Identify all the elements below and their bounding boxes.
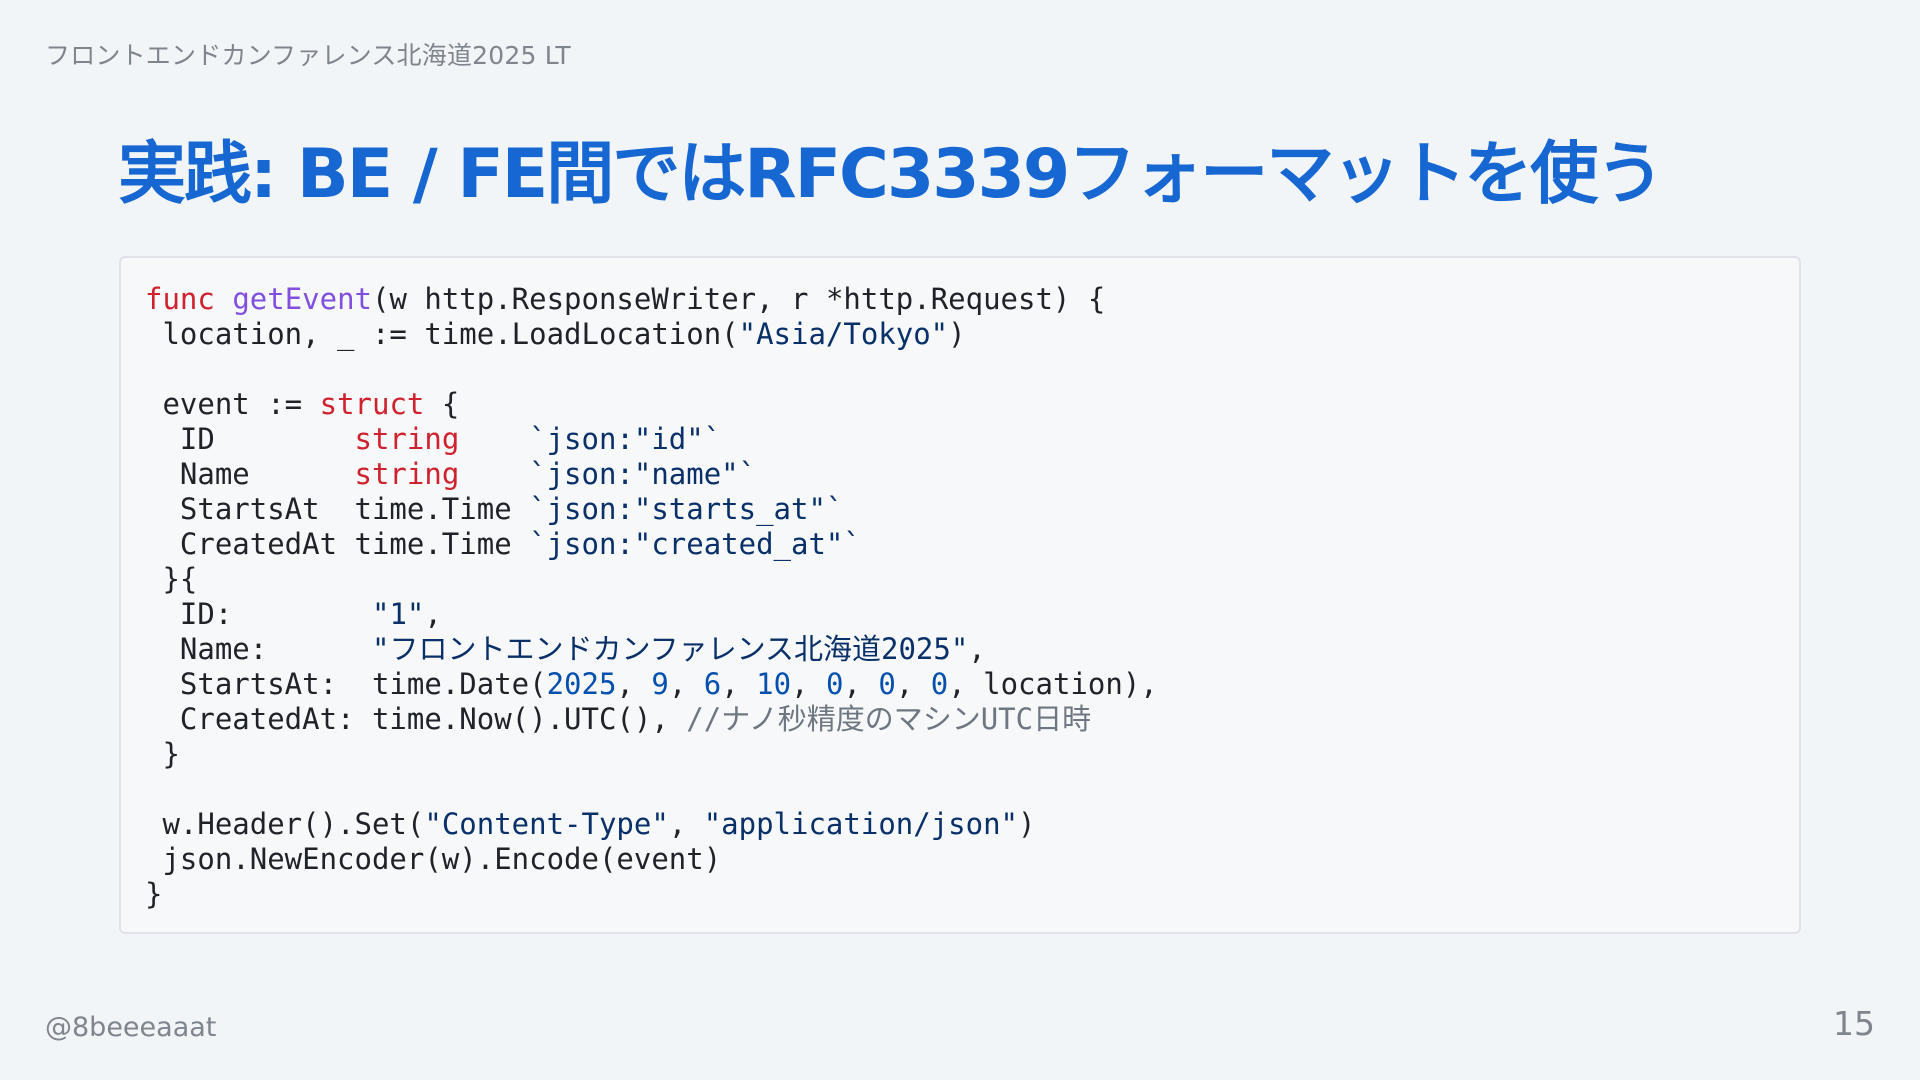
- code-token-plain: ): [1018, 807, 1036, 841]
- code-token-plain: StartsAt: time.Date(: [145, 667, 547, 701]
- code-token-plain: ,: [791, 667, 826, 701]
- code-token-kw: func: [145, 282, 215, 316]
- code-line: }: [145, 737, 1799, 772]
- code-token-cm: //ナノ秒精度のマシンUTC日時: [686, 702, 1092, 736]
- code-token-plain: ,: [424, 597, 442, 631]
- code-token-plain: ,: [895, 667, 931, 701]
- code-line: event := struct {: [145, 387, 1799, 422]
- code-token-num: 9: [651, 667, 669, 701]
- code-token-plain: Name:: [145, 632, 372, 666]
- code-line: Name: "フロントエンドカンファレンス北海道2025",: [145, 632, 1799, 667]
- code-token-plain: }: [145, 737, 180, 771]
- code-line: ID: "1",: [145, 597, 1799, 632]
- code-token-plain: {: [424, 387, 460, 421]
- code-token-plain: }: [145, 877, 163, 911]
- code-token-plain: ,: [721, 667, 757, 701]
- code-token-plain: ,: [616, 667, 652, 701]
- code-token-num: 10: [756, 667, 792, 701]
- code-token-str: "フロントエンドカンファレンス北海道2025": [371, 632, 969, 666]
- code-token-plain: ): [948, 317, 966, 351]
- code-token-plain: StartsAt time.Time: [145, 492, 530, 526]
- slide-title: 実践: BE / FE間ではRFC3339フォーマットを使う: [118, 135, 1664, 214]
- code-token-str: "1": [371, 597, 425, 631]
- code-token-str: "Asia/Tokyo": [738, 317, 949, 351]
- code-line: StartsAt time.Time `json:"starts_at"`: [145, 492, 1799, 527]
- code-token-num: 2025: [546, 667, 617, 701]
- code-line: func getEvent(w http.ResponseWriter, r *…: [145, 282, 1799, 317]
- code-token-plain: , location),: [948, 667, 1158, 701]
- code-content: func getEvent(w http.ResponseWriter, r *…: [121, 258, 1799, 912]
- code-line: CreatedAt time.Time `json:"created_at"`: [145, 527, 1799, 562]
- code-token-plain: ID: [145, 422, 355, 456]
- code-token-kw: string: [354, 422, 460, 456]
- code-line: }{: [145, 562, 1799, 597]
- code-token-plain: ,: [668, 807, 704, 841]
- code-token-kw: struct: [319, 387, 425, 421]
- code-token-plain: event :=: [145, 387, 320, 421]
- code-token-plain: ID:: [145, 597, 372, 631]
- code-token-plain: ,: [843, 667, 879, 701]
- code-line: json.NewEncoder(w).Encode(event): [145, 842, 1799, 877]
- code-token-plain: CreatedAt: time.Now().UTC(),: [145, 702, 687, 736]
- code-token-plain: ,: [968, 632, 986, 666]
- code-token-num: 0: [878, 667, 896, 701]
- code-line: StartsAt: time.Date(2025, 9, 6, 10, 0, 0…: [145, 667, 1799, 702]
- code-token-plain: w.Header().Set(: [145, 807, 425, 841]
- code-line: CreatedAt: time.Now().UTC(), //ナノ秒精度のマシン…: [145, 702, 1799, 737]
- code-line: w.Header().Set("Content-Type", "applicat…: [145, 807, 1799, 842]
- code-token-plain: location, _ := time.LoadLocation(: [145, 317, 739, 351]
- code-token-plain: Name: [145, 457, 355, 491]
- code-line: location, _ := time.LoadLocation("Asia/T…: [145, 317, 1799, 352]
- code-token-num: 0: [825, 667, 844, 701]
- code-line: }: [145, 877, 1799, 912]
- code-token-str: `json:"starts_at"`: [529, 492, 844, 526]
- code-token-num: 6: [703, 667, 722, 701]
- code-block: func getEvent(w http.ResponseWriter, r *…: [119, 256, 1801, 934]
- page-number: 15: [1833, 1004, 1875, 1043]
- author-handle: @8beeeaaat: [45, 1012, 217, 1043]
- event-label: フロントエンドカンファレンス北海道2025 LT: [45, 41, 571, 70]
- code-token-str: "Content-Type": [424, 807, 669, 841]
- code-token-plain: (w http.ResponseWriter, r *http.Request)…: [372, 282, 1106, 316]
- code-token-fn: getEvent: [232, 282, 372, 316]
- code-token-plain: }{: [145, 562, 198, 596]
- code-token-str: `json:"id"`: [529, 422, 722, 456]
- code-token-plain: CreatedAt time.Time: [145, 527, 530, 561]
- code-token-kw: string: [354, 457, 460, 491]
- code-line: ID string `json:"id"`: [145, 422, 1799, 457]
- code-line: Name string `json:"name"`: [145, 457, 1799, 492]
- code-token-str: "application/json": [703, 807, 1018, 841]
- code-token-plain: json.NewEncoder(w).Encode(event): [145, 842, 722, 876]
- code-token-str: `json:"name"`: [529, 457, 757, 491]
- code-token-num: 0: [930, 667, 949, 701]
- code-token-str: `json:"created_at"`: [529, 527, 861, 561]
- code-token-plain: ,: [668, 667, 704, 701]
